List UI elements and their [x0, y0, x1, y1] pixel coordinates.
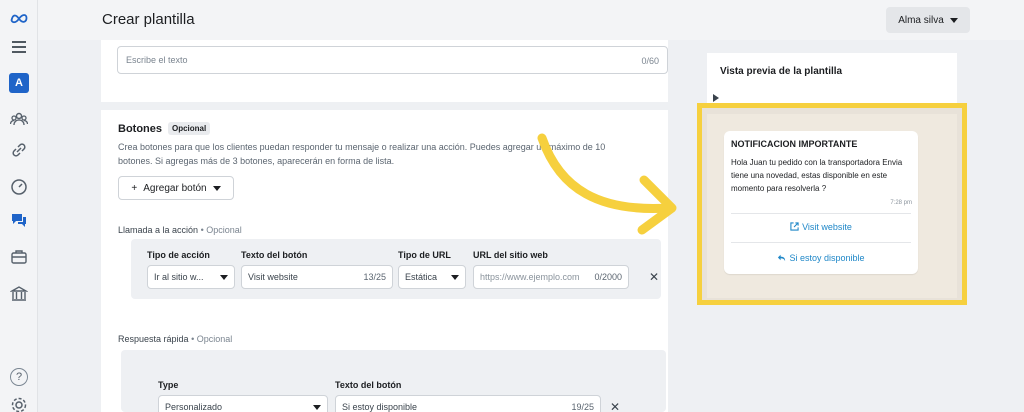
- chevron-down-icon: [220, 275, 228, 280]
- briefcase-icon[interactable]: [9, 247, 29, 267]
- reply-icon: [778, 254, 786, 262]
- action-type-value: Ir al sitio w...: [154, 272, 204, 282]
- preview-reply-button[interactable]: Si estoy disponible: [724, 253, 918, 263]
- chevron-down-icon: [212, 185, 221, 191]
- bubble-divider: [731, 213, 911, 214]
- user-menu-button[interactable]: Alma silva: [886, 7, 970, 33]
- url-input[interactable]: https://www.ejemplo.com 0/2000: [473, 265, 629, 289]
- page-title: Crear plantilla: [102, 11, 195, 28]
- chat-icon[interactable]: [9, 210, 29, 230]
- type-select[interactable]: Personalizado: [158, 395, 328, 412]
- preview-title: Vista previa de la plantilla: [720, 66, 843, 77]
- remove-cta-button[interactable]: ✕: [649, 270, 659, 284]
- preview-visit-website-label: Visit website: [802, 222, 852, 232]
- col-type: Type: [158, 380, 179, 390]
- header-text-placeholder: Escribe el texto: [126, 55, 188, 65]
- call-to-action-heading: Llamada a la acción • Opcional: [118, 225, 242, 235]
- optional-badge: Opcional: [168, 122, 211, 135]
- url-placeholder: https://www.ejemplo.com: [480, 272, 580, 282]
- bubble-divider: [731, 242, 911, 243]
- qr-button-text-input[interactable]: Si estoy disponible 19/25: [335, 395, 601, 412]
- col-action-type: Tipo de acción: [147, 250, 210, 260]
- chevron-down-icon: [949, 17, 958, 23]
- message-body: Hola Juan tu pedido con la transportador…: [731, 158, 903, 193]
- col-url: URL del sitio web: [473, 250, 548, 260]
- preview-visit-website-button[interactable]: Visit website: [724, 222, 918, 232]
- quick-reply-row: Type Texto del botón Personalizado Si es…: [121, 350, 666, 412]
- buttons-section-heading: Botones Opcional: [118, 122, 211, 135]
- cta-button-text-value: Visit website: [248, 272, 298, 282]
- chevron-down-icon: [451, 275, 459, 280]
- plus-icon: +: [131, 182, 138, 194]
- help-icon[interactable]: ?: [9, 367, 29, 387]
- bank-icon[interactable]: [9, 284, 29, 304]
- menu-icon[interactable]: [9, 37, 29, 57]
- quick-reply-label: Respuesta rápida: [118, 334, 189, 344]
- cta-button-text-input[interactable]: Visit website 13/25: [241, 265, 393, 289]
- add-button-dropdown[interactable]: + Agregar botón: [118, 176, 234, 200]
- cta-button-text-counter: 13/25: [363, 272, 386, 282]
- add-button-label: Agregar botón: [143, 182, 207, 194]
- url-type-value: Estática: [405, 272, 438, 282]
- link-icon[interactable]: [9, 140, 29, 160]
- play-icon: [713, 94, 719, 102]
- quick-reply-optional: • Opcional: [191, 334, 233, 344]
- message-time: 7:28 pm: [890, 200, 912, 206]
- header-text-input[interactable]: Escribe el texto 0/60: [117, 46, 668, 74]
- remove-quick-reply-button[interactable]: ✕: [610, 400, 620, 412]
- speedometer-icon[interactable]: [9, 177, 29, 197]
- preview-reply-label: Si estoy disponible: [789, 253, 865, 263]
- qr-button-text-value: Si estoy disponible: [342, 402, 418, 412]
- call-to-action-label: Llamada a la acción: [118, 225, 199, 235]
- header-text-card: Escribe el texto 0/60: [101, 40, 668, 102]
- yellow-arrow-icon: [537, 133, 677, 235]
- action-type-select[interactable]: Ir al sitio w...: [147, 265, 235, 289]
- header-text-counter: 0/60: [641, 56, 659, 66]
- meta-logo-icon[interactable]: [9, 8, 29, 28]
- top-bar: Crear plantilla Alma silva: [38, 0, 1024, 40]
- people-icon[interactable]: [9, 109, 29, 129]
- user-name: Alma silva: [898, 14, 944, 26]
- external-link-icon: [790, 222, 799, 231]
- account-avatar[interactable]: A: [9, 73, 29, 93]
- call-to-action-optional: • Opcional: [200, 225, 242, 235]
- type-value: Personalizado: [165, 402, 223, 412]
- help-icon-label: ?: [10, 368, 28, 386]
- url-type-select[interactable]: Estática: [398, 265, 466, 289]
- col-button-text: Texto del botón: [241, 250, 308, 260]
- message-bubble: NOTIFICACION IMPORTANTE Hola Juan tu ped…: [724, 131, 918, 274]
- message-title: NOTIFICACION IMPORTANTE: [731, 139, 858, 149]
- left-navigation-rail: A ?: [0, 0, 38, 412]
- settings-icon[interactable]: [9, 395, 29, 412]
- quick-reply-heading: Respuesta rápida • Opcional: [118, 334, 232, 344]
- qr-button-text-counter: 19/25: [571, 402, 594, 412]
- col-qr-button-text: Texto del botón: [335, 380, 402, 390]
- url-counter: 0/2000: [592, 272, 622, 282]
- col-url-type: Tipo de URL: [398, 250, 451, 260]
- buttons-section-title: Botones: [118, 122, 162, 135]
- call-to-action-row: Tipo de acción Texto del botón Tipo de U…: [131, 239, 661, 299]
- chevron-down-icon: [313, 405, 321, 410]
